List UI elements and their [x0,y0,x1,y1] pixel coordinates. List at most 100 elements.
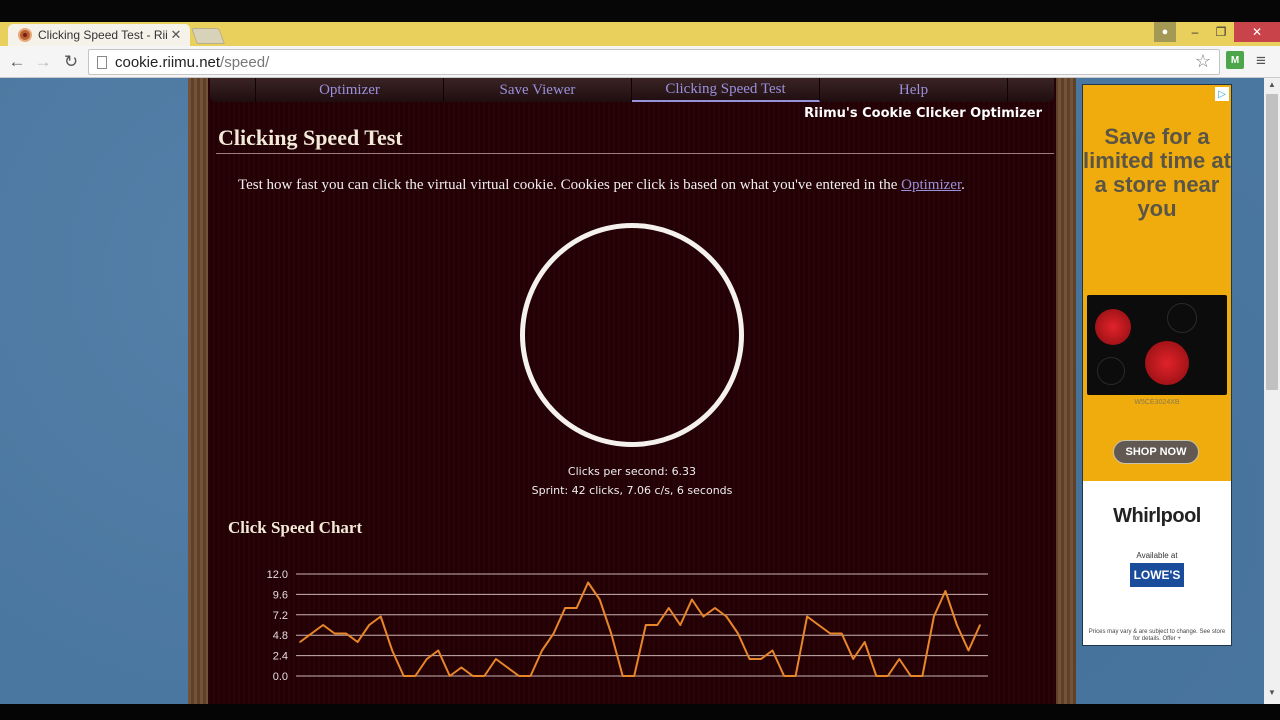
data-point [575,607,578,609]
user-profile-icon[interactable]: ● [1154,22,1176,42]
extension-icon[interactable]: M [1226,51,1244,69]
data-point [552,632,555,635]
tab-strip: Clicking Speed Test - Riimu ✕ [0,22,1280,46]
data-point [310,632,313,635]
data-point [449,675,451,677]
data-point [748,658,751,660]
data-point [979,624,981,626]
data-point [379,615,382,618]
data-point [737,632,739,635]
data-point [587,581,589,584]
data-point [679,624,682,626]
scroll-down-arrow-icon[interactable]: ▼ [1264,688,1280,702]
forward-icon[interactable]: → [32,51,54,73]
data-point [656,624,659,626]
data-point [875,675,878,677]
available-at-text: Available at [1136,551,1178,560]
data-point [691,598,693,601]
url-path: /speed/ [220,53,270,71]
data-point [817,624,820,626]
data-point [668,607,670,609]
data-point [806,615,808,618]
title-divider [216,153,1054,154]
intro-text: Test how fast you can click the virtual … [238,177,965,194]
nav-item-clicking-speed-test[interactable]: Clicking Speed Test [632,78,820,102]
ad-model-number: W5CE3024XB [1134,399,1180,406]
data-point [506,666,509,669]
virtual-cookie-button[interactable] [520,223,744,447]
page-title: Clicking Speed Test [218,125,403,150]
clicks-per-second: Clicks per second: 6.33 [567,465,697,478]
y-tick-label: 12.0 [267,569,288,581]
address-bar[interactable]: cookie.riimu.net/speed/ ☆ [88,49,1220,75]
cooktop-image [1087,295,1227,395]
data-point [633,675,636,677]
scroll-up-arrow-icon[interactable]: ▲ [1264,80,1280,94]
data-point [333,632,336,635]
window-frame [0,0,1280,22]
y-tick-label: 4.8 [273,630,288,642]
shop-now-button[interactable]: SHOP NOW [1113,440,1199,464]
data-point [794,675,797,677]
data-point [702,615,705,618]
new-tab-button[interactable] [191,28,225,44]
data-point [460,666,463,669]
data-point [725,615,728,618]
data-point [564,607,566,609]
nav-item-help[interactable]: Help [820,78,1008,102]
data-point [322,624,324,626]
whirlpool-logo: Whirlpool [1113,505,1201,527]
burner-icon [1095,309,1131,345]
tab-title: Clicking Speed Test - Riimu [38,28,168,42]
data-point [956,624,958,626]
data-point [472,675,474,677]
data-point [541,649,543,652]
data-point [529,675,532,677]
vertical-scrollbar[interactable]: ▲ ▼ [1264,78,1280,704]
close-window-button[interactable]: ✕ [1234,22,1280,42]
scrollbar-thumb[interactable] [1266,94,1278,390]
data-point [495,658,497,660]
data-point [840,632,843,635]
site-nav: Optimizer Save Viewer Clicking Speed Tes… [210,78,1054,102]
data-point [425,658,428,660]
data-point [863,641,866,643]
data-point [299,641,301,643]
data-point [933,615,935,618]
data-point [402,675,405,677]
chrome-menu-icon[interactable]: ≡ [1256,51,1266,71]
reload-icon[interactable]: ↻ [60,51,82,73]
tab-close-icon[interactable]: ✕ [168,27,184,43]
ad-top-panel: ▷ Save for a limited time at a store nea… [1083,85,1231,481]
adchoices-icon[interactable]: ▷ [1215,87,1229,101]
data-point [598,598,601,601]
burner-icon [1167,303,1197,333]
data-point [944,590,947,592]
restore-button[interactable]: ❐ [1208,22,1234,42]
bookmark-star-icon[interactable]: ☆ [1195,51,1211,72]
sprint-stats: Sprint: 42 clicks, 7.06 c/s, 6 seconds [531,484,733,497]
data-point [910,675,912,677]
data-point [771,649,774,652]
nav-spacer-right [1008,78,1054,102]
lowes-logo: LOWE'S [1130,563,1184,587]
advertisement[interactable]: ▷ Save for a limited time at a store nea… [1082,84,1232,646]
data-point [921,675,924,677]
nav-item-optimizer[interactable]: Optimizer [256,78,444,102]
data-point [483,675,486,677]
content-panel: Optimizer Save Viewer Clicking Speed Tes… [208,78,1056,704]
series-line [299,581,981,677]
y-tick-label: 7.2 [273,610,288,622]
url-domain: cookie.riimu.net [115,53,221,71]
data-point [391,649,394,652]
optimizer-link[interactable]: Optimizer [901,177,961,193]
back-icon[interactable]: ← [6,51,28,73]
nav-spacer-left [210,78,256,102]
data-point [852,658,855,660]
chart-title: Click Speed Chart [228,518,363,537]
data-point [898,658,901,660]
site-brand[interactable]: Riimu's Cookie Clicker Optimizer [804,106,1042,121]
browser-tab[interactable]: Clicking Speed Test - Riimu ✕ [8,24,190,46]
minimize-button[interactable]: – [1182,22,1208,42]
nav-item-save-viewer[interactable]: Save Viewer [444,78,632,102]
